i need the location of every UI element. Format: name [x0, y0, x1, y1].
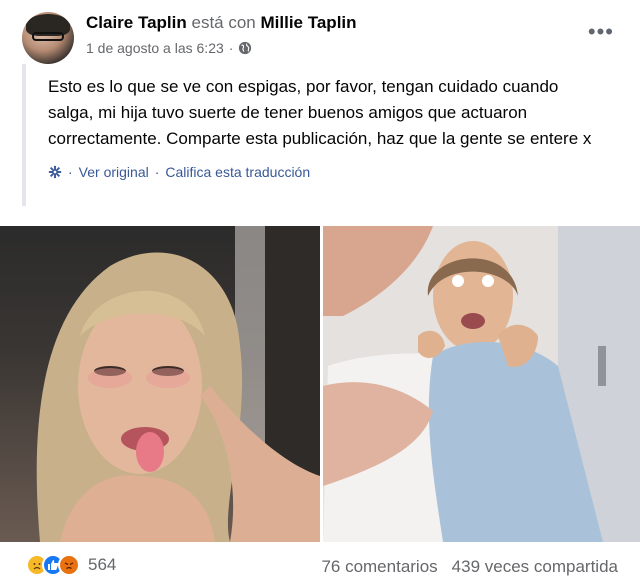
- rate-translation-link[interactable]: Califica esta traducción: [165, 164, 310, 180]
- translation-separator-2: ·: [154, 164, 160, 180]
- avatar-glasses: [32, 32, 64, 41]
- tagged-name[interactable]: Millie Taplin: [261, 13, 357, 32]
- reaction-count[interactable]: 564: [88, 555, 116, 575]
- photo-grid: [0, 226, 640, 542]
- post-stats: 76 comentarios 439 veces compartida: [321, 557, 618, 577]
- shares-count[interactable]: 439 veces compartida: [452, 557, 618, 577]
- post-meta: 1 de agosto a las 6:23 ·: [86, 40, 252, 56]
- see-original-link[interactable]: Ver original: [79, 164, 149, 180]
- author-avatar[interactable]: [22, 12, 74, 64]
- photo-selfie[interactable]: [0, 226, 320, 542]
- post-body: Esto es lo que se ve con espigas, por fa…: [22, 64, 618, 206]
- angry-reaction-icon: [58, 554, 80, 576]
- gear-icon: [48, 165, 62, 179]
- globe-icon: [239, 41, 252, 55]
- post-footer: 564 76 comentarios 439 veces compartida: [0, 548, 640, 586]
- meta-separator: ·: [228, 40, 234, 56]
- with-text: está con: [191, 13, 256, 32]
- comments-count[interactable]: 76 comentarios: [321, 557, 437, 577]
- reactions-summary[interactable]: 564: [26, 554, 116, 576]
- author-name[interactable]: Claire Taplin: [86, 13, 187, 32]
- photo-hospital[interactable]: [323, 226, 640, 542]
- hospital-image: [323, 226, 640, 542]
- translation-bar: · Ver original · Califica esta traducció…: [48, 164, 618, 180]
- post-header: Claire Taplin está con Millie Taplin 1 d…: [0, 0, 640, 64]
- more-options-icon[interactable]: •••: [588, 21, 614, 43]
- post-text: Esto es lo que se ve con espigas, por fa…: [48, 77, 592, 148]
- post-author-line: Claire Taplin está con Millie Taplin: [86, 13, 357, 33]
- post-timestamp[interactable]: 1 de agosto a las 6:23: [86, 40, 224, 56]
- selfie-image: [36, 226, 320, 542]
- translation-separator-1: ·: [68, 164, 73, 180]
